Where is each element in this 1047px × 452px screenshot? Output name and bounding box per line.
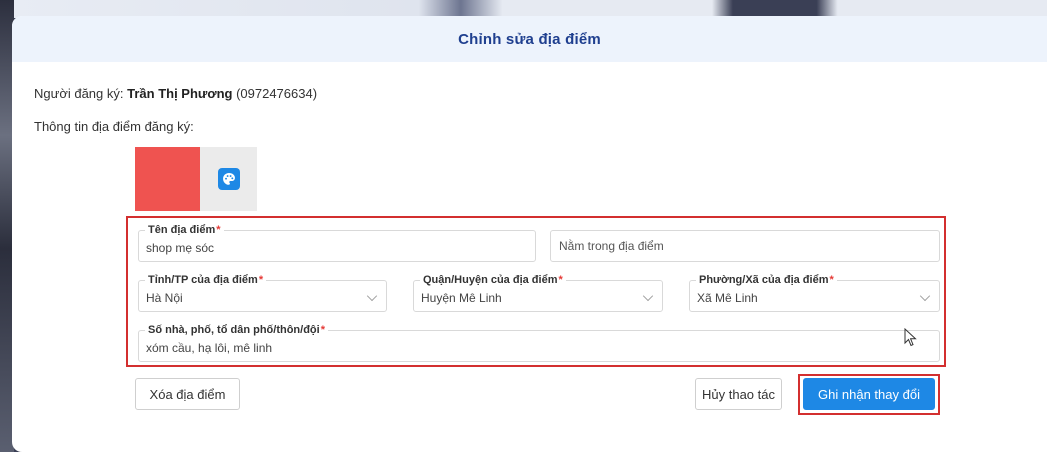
registrant-phone: (0972476634) [236,86,318,101]
required-mark: * [829,274,834,286]
province-value: Hà Nội [146,291,183,305]
mouse-cursor-icon [904,328,917,347]
place-info-label: Thông tin địa điểm đăng ký: [34,119,194,134]
required-mark: * [320,324,325,336]
modal-header: Chỉnh sửa địa điểm [12,16,1047,62]
registrant-name: Trần Thị Phương [127,86,233,101]
palette-icon [217,168,240,190]
place-name-value: shop mẹ sóc [146,241,215,255]
registrant-line: Người đăng ký: Trần Thị Phương (09724766… [34,86,317,101]
place-form-highlight: Tên địa điểm* shop mẹ sóc Nằm trong địa … [126,216,946,367]
selected-color-swatch[interactable] [135,147,200,211]
edit-place-modal: Chỉnh sửa địa điểm Người đăng ký: Trần T… [12,16,1047,452]
modal-title: Chỉnh sửa địa điểm [458,30,601,48]
district-select[interactable]: Quận/Huyện của địa điểm* Huyện Mê Linh [413,273,663,312]
parent-place-placeholder: Nằm trong địa điểm [559,239,664,253]
required-mark: * [558,274,563,286]
required-mark: * [216,224,221,236]
district-value: Huyện Mê Linh [421,291,502,305]
place-name-label: Tên địa điểm [148,224,216,236]
color-picker-button[interactable] [200,147,257,211]
province-label: Tỉnh/TP của địa điểm [148,274,258,286]
save-changes-button[interactable]: Ghi nhận thay đổi [803,378,935,410]
ward-label: Phường/Xã của địa điểm [699,274,829,286]
registrant-label: Người đăng ký: [34,86,124,101]
place-name-field[interactable]: Tên địa điểm* shop mẹ sóc [138,223,536,262]
address-value: xóm cầu, hạ lôi, mê linh [146,341,273,355]
chevron-down-icon [642,290,654,302]
district-label: Quận/Huyện của địa điểm [423,274,558,286]
color-selector [135,147,257,211]
ward-value: Xã Mê Linh [697,291,758,305]
chevron-down-icon [919,290,931,302]
cancel-button[interactable]: Hủy thao tác [695,378,782,410]
delete-place-button[interactable]: Xóa địa điểm [135,378,240,410]
address-label: Số nhà, phố, tổ dân phố/thôn/đội [148,324,320,336]
ward-select[interactable]: Phường/Xã của địa điểm* Xã Mê Linh [689,273,940,312]
parent-place-field[interactable]: Nằm trong địa điểm [550,230,940,262]
province-select[interactable]: Tỉnh/TP của địa điểm* Hà Nội [138,273,387,312]
address-field[interactable]: Số nhà, phố, tổ dân phố/thôn/đội* xóm cầ… [138,323,940,362]
required-mark: * [258,274,264,286]
chevron-down-icon [366,290,378,302]
